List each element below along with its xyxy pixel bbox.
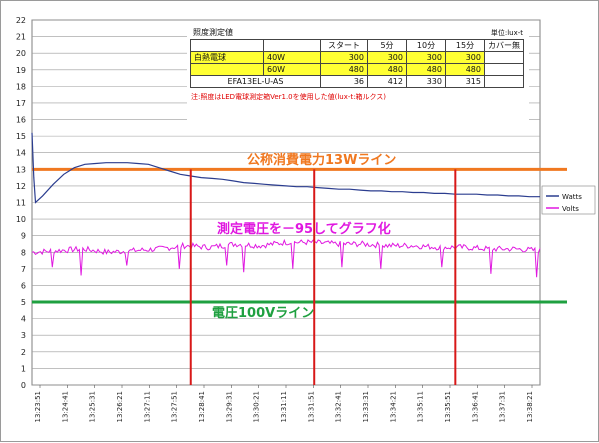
x-tick-label: 13:35:51 — [444, 391, 452, 422]
value-cell: 480 — [445, 63, 485, 76]
value-cell: 480 — [320, 63, 368, 76]
x-tick-label: 13:31:11 — [280, 391, 288, 422]
x-tick-label: 13:38:21 — [526, 391, 534, 422]
y-tick-label: 20 — [16, 49, 26, 58]
empty-cell — [484, 75, 524, 88]
row-sublabel: 60W — [263, 63, 321, 76]
value-cell: 300 — [367, 51, 407, 64]
header-cell-10min: 10分 — [406, 39, 446, 52]
value-cell: 300 — [406, 51, 446, 64]
value-cell: 480 — [367, 63, 407, 76]
value-cell: 300 — [445, 51, 485, 64]
y-tick-label: 22 — [16, 16, 26, 25]
table-row-40w: 白熱電球 40W 300 300 300 300 — [190, 51, 524, 64]
y-tick-label: 15 — [16, 132, 26, 141]
row-label — [190, 63, 264, 76]
header-cell — [263, 39, 321, 52]
y-tick-label: 2 — [21, 348, 26, 357]
row-label: EFA13EL-U-AS — [190, 75, 321, 88]
x-tick-label: 13:36:41 — [471, 391, 479, 422]
x-tick-label: 13:26:21 — [116, 391, 124, 422]
lux-table-note: 注:照度はLED電球測定箱Ver1.0を使用した値(lux-t:箱ルクス) — [191, 93, 387, 101]
annotation-13w-line: 公称消費電力13Wライン — [247, 152, 396, 168]
lux-measurement-table: 照度測定値 単位:lux-t スタート 5分 10分 15分 カバー無 白熱電球… — [187, 25, 529, 121]
row-label: 白熱電球 — [190, 51, 264, 64]
x-tick-label: 13:35:11 — [417, 391, 425, 422]
y-tick-label: 3 — [21, 331, 26, 340]
x-tick-label: 13:33:31 — [362, 391, 370, 422]
y-tick-label: 5 — [21, 298, 26, 307]
empty-cell — [484, 63, 524, 76]
x-tick-label: 13:24:41 — [61, 391, 69, 422]
header-cell-15min: 15分 — [445, 39, 485, 52]
table-row-60w: 60W 480 480 480 480 — [190, 63, 524, 76]
lux-table-header-row: スタート 5分 10分 15分 カバー無 — [190, 39, 524, 52]
annotation-100v-line: 電圧100Vライン — [212, 306, 314, 321]
empty-cell — [484, 51, 524, 64]
chart-frame: 0 1 2 3 4 5 6 7 8 9 10 11 12 13 14 15 16 17 18 19 20 21 22 13:2… — [0, 0, 599, 442]
x-tick-label: 13:34:21 — [389, 391, 397, 422]
y-tick-label: 7 — [21, 265, 26, 274]
annotation-voltage-offset: 測定電圧を－95してグラフ化 — [217, 221, 391, 237]
y-tick-label: 6 — [21, 281, 26, 290]
lux-table-unit: 単位:lux-t — [490, 29, 523, 37]
x-tick-label: 13:23:51 — [34, 391, 42, 422]
x-tick-label: 13:28:41 — [198, 391, 206, 422]
value-cell: 315 — [445, 75, 485, 88]
row-sublabel: 40W — [263, 51, 321, 64]
y-tick-label: 17 — [16, 99, 26, 108]
y-tick-label: 10 — [16, 215, 26, 224]
y-tick-label: 21 — [16, 33, 26, 42]
y-tick-label: 13 — [16, 165, 26, 174]
value-cell: 330 — [406, 75, 446, 88]
header-cell-no-cover: カバー無 — [484, 39, 524, 52]
x-tick-label: 13:29:31 — [225, 391, 233, 422]
y-tick-label: 9 — [21, 232, 26, 241]
legend-label: Volts — [562, 205, 579, 213]
value-cell: 480 — [406, 63, 446, 76]
y-tick-label: 4 — [21, 315, 26, 324]
legend-label: Watts — [562, 193, 582, 201]
x-tick-label: 13:37:31 — [499, 391, 507, 422]
y-tick-label: 19 — [16, 66, 26, 75]
value-cell: 300 — [320, 51, 368, 64]
x-tick-label: 13:30:21 — [253, 391, 261, 422]
y-tick-label: 0 — [21, 381, 26, 390]
y-tick-label: 12 — [16, 182, 26, 191]
x-tick-label: 13:32:41 — [335, 391, 343, 422]
y-tick-label: 11 — [16, 199, 26, 208]
value-cell: 412 — [367, 75, 407, 88]
y-tick-label: 14 — [16, 149, 26, 158]
header-cell — [190, 39, 264, 52]
table-row-led: EFA13EL-U-AS 36 412 330 315 — [190, 75, 524, 88]
lux-table-title: 照度測定値 — [193, 28, 233, 37]
y-tick-label: 18 — [16, 82, 26, 91]
x-tick-label: 13:27:51 — [171, 391, 179, 422]
header-cell-start: スタート — [320, 39, 368, 52]
y-tick-label: 8 — [21, 248, 26, 257]
x-tick-label: 13:25:31 — [89, 391, 97, 422]
lux-table-grid: スタート 5分 10分 15分 カバー無 白熱電球 40W 300 300 30… — [190, 39, 524, 88]
value-cell: 36 — [320, 75, 368, 88]
x-tick-label: 13:31:51 — [307, 391, 315, 422]
y-tick-label: 16 — [16, 116, 26, 125]
x-tick-label: 13:27:11 — [143, 391, 151, 422]
y-tick-label: 1 — [21, 364, 26, 373]
header-cell-5min: 5分 — [367, 39, 407, 52]
